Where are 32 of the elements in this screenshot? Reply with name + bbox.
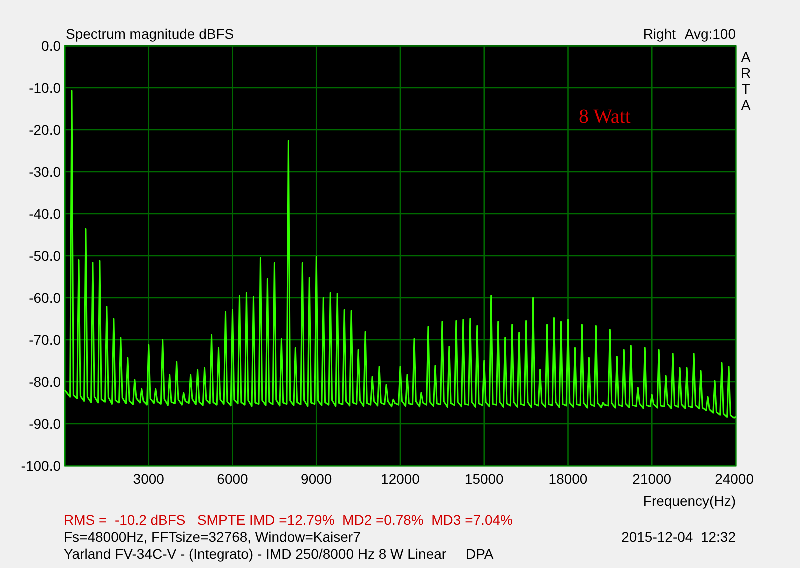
side-logo-letter: A <box>741 97 751 113</box>
timestamp: 2015-12-04 12:32 <box>622 529 736 546</box>
side-logo-letter: R <box>740 65 752 81</box>
y-tick-label: -40.0 <box>29 206 61 222</box>
averaging-info: Avg:100 <box>684 26 736 42</box>
y-tick-label: -70.0 <box>29 332 61 348</box>
y-tick-label: -20.0 <box>29 122 61 138</box>
x-tick-label: 18000 <box>548 471 588 487</box>
channel-name: Right <box>643 26 676 42</box>
x-tick-label: 12000 <box>381 471 420 487</box>
x-tick-label: 15000 <box>464 471 504 487</box>
y-tick-label: -50.0 <box>29 248 61 264</box>
x-tick-label: 3000 <box>133 471 164 487</box>
y-tick-label: -80.0 <box>29 374 61 390</box>
side-logo-letter: A <box>741 49 751 65</box>
x-tick-label: 24000 <box>715 471 754 487</box>
measurement-summary: RMS = -10.2 dBFS SMPTE IMD =12.79% MD2 =0.78% MD3 =7.04% <box>64 512 514 529</box>
x-tick-label: 6000 <box>217 471 248 487</box>
analysis-settings: Fs=48000Hz, FFTsize=32768, Window=Kaiser7 <box>64 529 361 546</box>
side-logo-letter: T <box>742 81 750 97</box>
x-axis-label: Frequency(Hz) <box>643 493 736 509</box>
y-tick-label: -90.0 <box>29 416 61 432</box>
x-tick-label: 21000 <box>632 471 672 487</box>
y-tick-label: -10.0 <box>29 80 61 96</box>
chart-annotation: 8 Watt <box>579 106 631 128</box>
y-tick-label: 0.0 <box>42 38 61 54</box>
chart-title: Spectrum magnitude dBFS <box>66 26 234 42</box>
x-tick-label: 9000 <box>301 471 332 487</box>
measurement-description: Yarland FV-34C-V - (Integrato) - IMD 250/8000 Hz 8 W Linear DPA <box>64 546 495 563</box>
y-tick-label: -60.0 <box>29 290 61 306</box>
y-tick-label: -100.0 <box>21 458 61 474</box>
y-tick-label: -30.0 <box>29 164 61 180</box>
